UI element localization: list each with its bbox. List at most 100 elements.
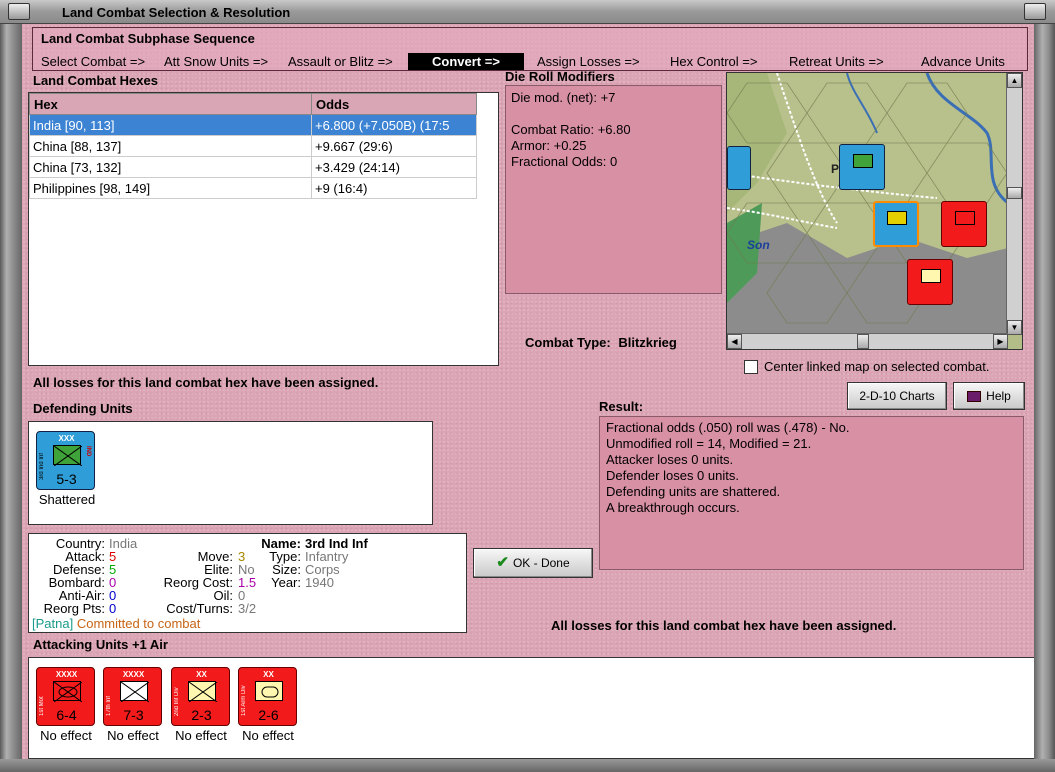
step-advance-units: Advance Units — [921, 54, 1005, 69]
die-roll-panel: Die mod. (net): +7 Combat Ratio: +6.80 A… — [505, 85, 722, 294]
subphase-sequence: Land Combat Subphase Sequence Select Com… — [32, 27, 1028, 71]
infantry-symbol-icon — [188, 681, 218, 703]
system-menu-button[interactable] — [8, 3, 30, 20]
col-odds[interactable]: Odds — [311, 93, 477, 115]
hex-cell: India [90, 113] — [29, 114, 312, 136]
map-counter-selected[interactable] — [873, 201, 919, 247]
mechanized-symbol-icon — [53, 681, 83, 703]
attacking-unit-effect: No effect — [175, 728, 227, 743]
attacking-unit-effect: No effect — [40, 728, 92, 743]
map-counter-red-2[interactable] — [907, 259, 953, 305]
attacking-unit-counter[interactable]: XXXX 1st Mot 6-4 — [36, 667, 95, 726]
center-map-checkbox[interactable] — [744, 360, 758, 374]
map-vertical-scrollbar[interactable]: ▲ ▼ — [1006, 73, 1022, 335]
map-counter-blue-partial[interactable] — [727, 146, 751, 190]
die-mod-spacer — [511, 106, 716, 122]
map-counter-blue[interactable] — [839, 144, 885, 190]
horizontal-scroll-thumb[interactable] — [857, 334, 869, 349]
attacking-unit-effect: No effect — [107, 728, 159, 743]
map-label-son: Son — [747, 238, 770, 252]
attacking-unit-counter[interactable]: XX 2nd Inf Div 2-3 — [171, 667, 230, 726]
unit-strength: 5-3 — [56, 471, 77, 487]
step-convert-active: Convert => — [408, 53, 524, 70]
attacking-unit-effect: No effect — [242, 728, 294, 743]
hexes-table-panel: Hex Odds India [90, 113] +6.800 (+7.050B… — [28, 92, 499, 366]
year-value: 1940 — [305, 575, 334, 590]
table-row[interactable]: China [88, 137] +9.667 (29:6) — [29, 135, 477, 157]
infantry-symbol-icon — [53, 445, 83, 467]
table-row[interactable]: India [90, 113] +6.800 (+7.050B) (17:5 — [29, 114, 477, 136]
table-row[interactable]: Philippines [98, 149] +9 (16:4) — [29, 177, 477, 199]
unit-strength: 6-4 — [56, 707, 77, 723]
odds-cell: +9 (16:4) — [311, 177, 477, 199]
scroll-right-arrow-icon[interactable]: ▶ — [993, 334, 1008, 349]
map-horizontal-scrollbar[interactable]: ◀ ▶ — [727, 333, 1008, 349]
hexes-heading: Land Combat Hexes — [33, 73, 158, 88]
right-border — [1034, 24, 1055, 772]
table-row[interactable]: China [73, 132] +3.429 (24:14) — [29, 156, 477, 178]
hex-cell: China [73, 132] — [29, 156, 312, 178]
defending-unit-status: Shattered — [38, 492, 96, 507]
unit-strength: 7-3 — [123, 707, 144, 723]
unit-nationality: IND — [85, 446, 91, 457]
result-heading: Result: — [599, 399, 644, 414]
subphase-title: Land Combat Subphase Sequence — [41, 31, 255, 46]
scroll-down-arrow-icon[interactable]: ▼ — [1007, 320, 1022, 335]
vertical-scroll-thumb[interactable] — [1007, 187, 1022, 199]
window-title: Land Combat Selection & Resolution — [62, 5, 291, 20]
dialog-content: Land Combat Subphase Sequence Select Com… — [22, 24, 1034, 759]
year-label: Year: — [271, 575, 301, 590]
costturns-value: 3/2 — [238, 601, 257, 616]
losses-message-bottom: All losses for this land combat hex have… — [551, 618, 897, 633]
die-mod-line: Die mod. (net): +7 — [511, 90, 616, 105]
combat-ratio-line: Combat Ratio: +6.80 — [511, 122, 631, 137]
close-button[interactable] — [1024, 3, 1046, 20]
step-select-combat: Select Combat => — [41, 54, 146, 69]
result-line: Defender loses 0 units. — [606, 468, 739, 483]
col-hex[interactable]: Hex — [29, 93, 312, 115]
result-line: Fractional odds (.050) roll was (.478) -… — [606, 420, 850, 435]
result-line: Unmodified roll = 14, Modified = 21. — [606, 436, 812, 451]
attacking-unit-counter[interactable]: XXXX 17th Inf 7-3 — [103, 667, 162, 726]
attacking-unit-counter[interactable]: XX 1st Arm Div 2-6 — [238, 667, 297, 726]
odds-cell: +3.429 (24:14) — [311, 156, 477, 178]
step-retreat-units: Retreat Units => — [789, 54, 884, 69]
result-line: Attacker loses 0 units. — [606, 452, 734, 467]
defending-heading: Defending Units — [33, 401, 133, 416]
die-roll-heading: Die Roll Modifiers — [505, 69, 615, 84]
title-bar: Land Combat Selection & Resolution — [0, 0, 1055, 24]
odds-cell: +6.800 (+7.050B) (17:5 — [311, 114, 477, 136]
unit-committed: Committed to combat — [76, 616, 201, 631]
help-button-label: Help — [986, 389, 1011, 403]
hex-cell: China [88, 137] — [29, 135, 312, 157]
defending-unit-counter[interactable]: XXX 3rd Ind Inf IND 5-3 — [36, 431, 95, 490]
charts-button[interactable]: 2-D-10 Charts — [847, 382, 947, 410]
scroll-left-arrow-icon[interactable]: ◀ — [727, 334, 742, 349]
result-line: A breakthrough occurs. — [606, 500, 740, 515]
help-button[interactable]: Help — [953, 382, 1025, 410]
ok-done-button[interactable]: ✔ OK - Done — [473, 548, 593, 578]
armor-symbol-icon — [255, 681, 283, 701]
step-assign-losses: Assign Losses => — [537, 54, 640, 69]
unit-strength: 2-3 — [191, 707, 212, 723]
scroll-up-arrow-icon[interactable]: ▲ — [1007, 73, 1022, 88]
reorgpts-value: 0 — [109, 601, 117, 616]
result-panel: Fractional odds (.050) roll was (.478) -… — [599, 416, 1024, 570]
checkmark-icon: ✔ — [496, 554, 509, 571]
hex-cell: Philippines [98, 149] — [29, 177, 312, 199]
left-border — [0, 24, 22, 772]
attacking-units-panel: XXXX 1st Mot 6-4 No effect XXXX 17th Inf… — [28, 657, 1034, 759]
linked-map[interactable]: P Son ▲ ▼ ◀ ▶ — [726, 72, 1023, 350]
map-counter-red-1[interactable] — [941, 201, 987, 247]
step-hex-control: Hex Control => — [670, 54, 758, 69]
combat-type: Combat Type: Blitzkrieg — [525, 335, 677, 350]
reorgpts-label: Reorg Pts: — [43, 601, 105, 616]
ok-done-label: OK - Done — [512, 556, 570, 570]
costturns-label: Cost/Turns: — [166, 601, 233, 616]
help-book-icon — [967, 391, 982, 403]
hexes-table: Hex Odds India [90, 113] +6.800 (+7.050B… — [29, 93, 477, 199]
fractional-odds-line: Fractional Odds: 0 — [511, 154, 618, 169]
bottom-border — [0, 759, 1055, 772]
attacking-heading: Attacking Units +1 Air — [33, 637, 168, 652]
step-assault-or-blitz: Assault or Blitz => — [288, 54, 393, 69]
